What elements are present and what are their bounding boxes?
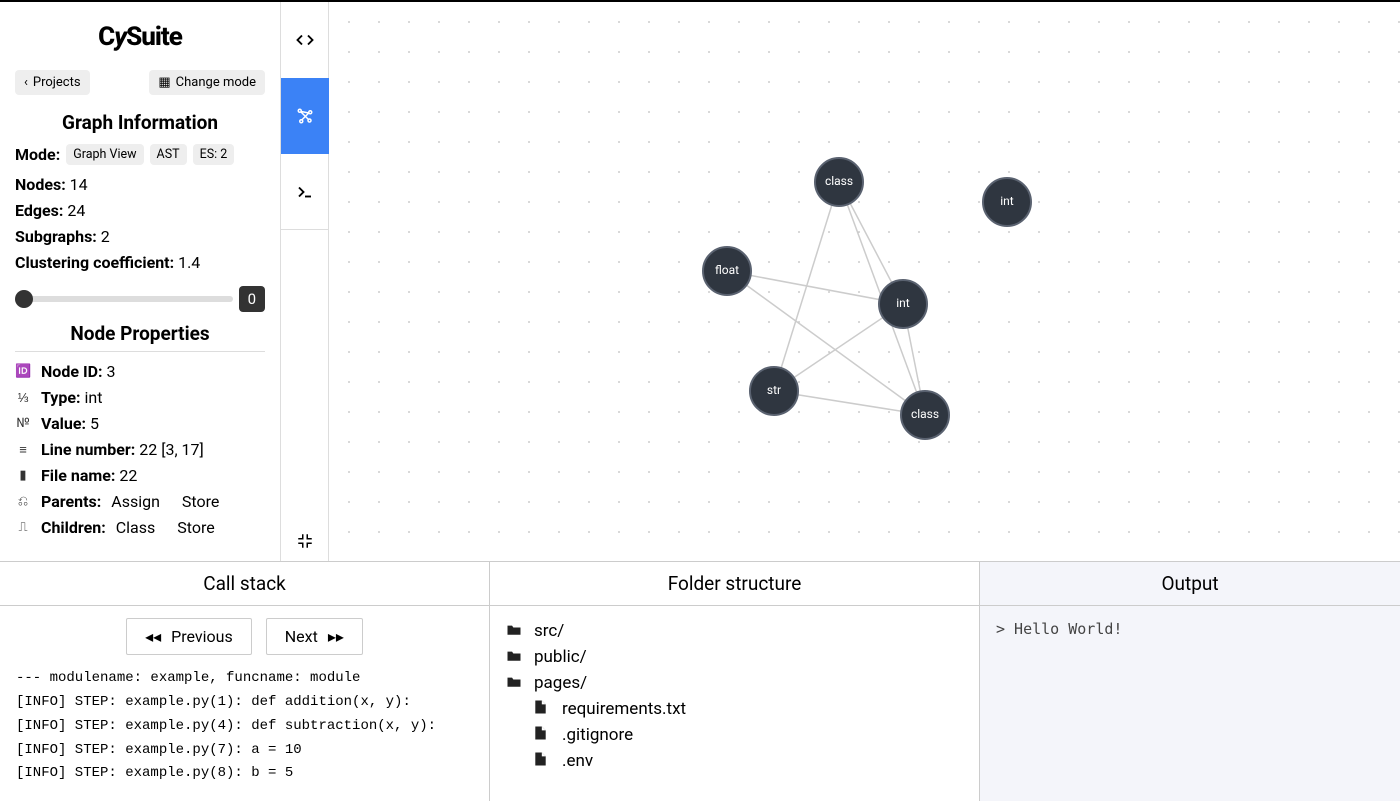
tool-graph[interactable] bbox=[281, 78, 329, 154]
graph-node-label: class bbox=[911, 407, 939, 421]
graph-node-label: float bbox=[715, 263, 739, 277]
prop-file: ▮File name: 22 bbox=[15, 466, 265, 485]
file-item[interactable]: requirements.txt bbox=[506, 696, 963, 722]
prop-children: ⎍Children:ClassStore bbox=[15, 518, 265, 537]
callstack-log: --- modulename: example, funcname: modul… bbox=[16, 667, 473, 786]
terminal-icon bbox=[296, 183, 314, 201]
item-name: requirements.txt bbox=[562, 699, 686, 719]
rewind-icon: ◂◂ bbox=[145, 627, 161, 646]
stat-subgraphs: Subgraphs: 2 bbox=[15, 227, 265, 246]
graph-info-title: Graph Information bbox=[15, 111, 265, 134]
graph-icon bbox=[296, 107, 314, 125]
change-mode-label: Change mode bbox=[176, 75, 256, 90]
mode-tag-graphview[interactable]: Graph View bbox=[66, 144, 143, 165]
slider-value: 0 bbox=[239, 286, 265, 312]
graph-svg: class int float int str class bbox=[329, 2, 1400, 561]
tool-column bbox=[281, 2, 329, 561]
callstack-panel: Call stack ◂◂ Previous Next ▸▸ --- modul… bbox=[0, 562, 490, 801]
number-icon: № bbox=[15, 416, 31, 431]
item-name: public/ bbox=[534, 647, 587, 667]
prop-value: №Value: 5 bbox=[15, 414, 265, 433]
graph-node-label: int bbox=[896, 296, 910, 310]
file-item[interactable]: .env bbox=[506, 748, 963, 774]
graph-node-label: int bbox=[1000, 194, 1014, 208]
mode-tag-es[interactable]: ES: 2 bbox=[193, 144, 235, 165]
graph-edge bbox=[727, 271, 903, 304]
prop-parents: ⎌Parents:AssignStore bbox=[15, 492, 265, 511]
output-text: > Hello World! bbox=[980, 606, 1400, 652]
folder-panel: Folder structure src/public/pages/requir… bbox=[490, 562, 980, 801]
forward-icon: ▸▸ bbox=[328, 627, 344, 646]
stat-edges: Edges: 24 bbox=[15, 201, 265, 220]
mode-label: Mode: bbox=[15, 145, 60, 164]
previous-button[interactable]: ◂◂ Previous bbox=[126, 618, 252, 655]
item-name: .gitignore bbox=[562, 725, 633, 745]
collapse-icon bbox=[296, 532, 314, 550]
graph-canvas[interactable]: class int float int str class bbox=[329, 2, 1400, 561]
tool-collapse[interactable] bbox=[281, 521, 329, 561]
graph-node-label: str bbox=[767, 383, 781, 397]
projects-label: Projects bbox=[33, 75, 81, 90]
type-icon: ⅓ bbox=[15, 390, 31, 406]
id-icon: 🆔 bbox=[15, 364, 31, 379]
file-icon bbox=[534, 725, 552, 745]
output-title: Output bbox=[980, 562, 1400, 606]
file-item[interactable]: .gitignore bbox=[506, 722, 963, 748]
app-logo: CySuite bbox=[15, 22, 265, 52]
prop-node-id: 🆔Node ID: 3 bbox=[15, 362, 265, 381]
layout-icon: ▦ bbox=[158, 75, 170, 90]
stat-clustering: Clustering coefficient: 1.4 bbox=[15, 253, 265, 272]
item-name: pages/ bbox=[534, 673, 587, 693]
change-mode-button[interactable]: ▦ Change mode bbox=[149, 70, 265, 95]
chevron-left-icon: ‹ bbox=[24, 75, 28, 90]
callstack-title: Call stack bbox=[0, 562, 489, 606]
node-props-title: Node Properties bbox=[15, 322, 265, 352]
folder-item[interactable]: public/ bbox=[506, 644, 963, 670]
list-icon: ≡ bbox=[15, 442, 31, 458]
prop-type: ⅓Type: int bbox=[15, 388, 265, 407]
threshold-slider[interactable]: 0 bbox=[15, 286, 265, 312]
file-icon bbox=[534, 699, 552, 719]
folder-title: Folder structure bbox=[490, 562, 979, 606]
graph-node-label: class bbox=[825, 174, 853, 188]
tree-down-icon: ⎍ bbox=[15, 520, 31, 535]
tool-terminal[interactable] bbox=[281, 154, 329, 230]
file-icon bbox=[534, 751, 552, 771]
tool-code[interactable] bbox=[281, 2, 329, 78]
folder-icon bbox=[506, 674, 524, 692]
stat-nodes: Nodes: 14 bbox=[15, 175, 265, 194]
tree-up-icon: ⎌ bbox=[15, 494, 31, 509]
item-name: .env bbox=[562, 751, 593, 771]
folder-icon bbox=[506, 648, 524, 666]
sidebar: CySuite ‹ Projects ▦ Change mode Graph I… bbox=[0, 2, 281, 561]
prop-line: ≡Line number: 22 [3, 17] bbox=[15, 440, 265, 459]
projects-button[interactable]: ‹ Projects bbox=[15, 70, 90, 95]
folder-item[interactable]: pages/ bbox=[506, 670, 963, 696]
folder-icon bbox=[506, 622, 524, 640]
mode-tag-ast[interactable]: AST bbox=[150, 144, 187, 165]
slider-thumb[interactable] bbox=[15, 290, 33, 308]
item-name: src/ bbox=[534, 621, 564, 641]
output-panel: Output > Hello World! bbox=[980, 562, 1400, 801]
code-icon bbox=[296, 31, 314, 49]
folder-item[interactable]: src/ bbox=[506, 618, 963, 644]
next-button[interactable]: Next ▸▸ bbox=[266, 618, 363, 655]
file-icon: ▮ bbox=[15, 468, 31, 483]
